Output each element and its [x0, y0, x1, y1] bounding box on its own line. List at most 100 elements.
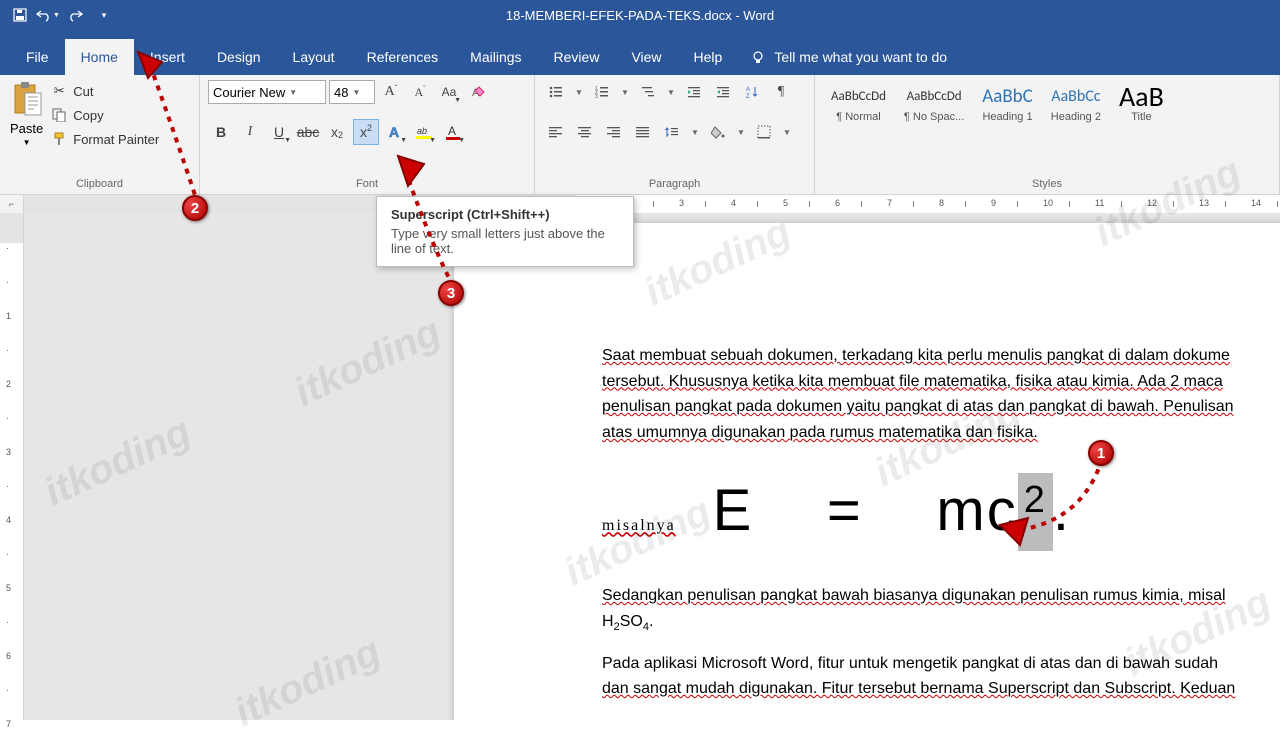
- tab-references[interactable]: References: [351, 39, 455, 75]
- doc-paragraph[interactable]: Pada aplikasi Microsoft Word, fitur untu…: [602, 655, 1218, 672]
- cut-button[interactable]: ✂ Cut: [47, 81, 163, 101]
- redo-icon[interactable]: [64, 3, 88, 27]
- annotation-callout-2: 2: [182, 195, 208, 221]
- line-spacing-dropdown[interactable]: ▼: [688, 119, 702, 145]
- tab-mailings[interactable]: Mailings: [454, 39, 537, 75]
- style-item-3[interactable]: AaBbCcHeading 2: [1043, 79, 1109, 125]
- paste-button[interactable]: Paste ▼: [8, 79, 45, 149]
- borders-button[interactable]: [751, 119, 777, 145]
- copy-icon: [51, 107, 67, 123]
- multilevel-list-button[interactable]: [635, 79, 661, 105]
- increase-indent-button[interactable]: [710, 79, 736, 105]
- numbering-icon: 123: [595, 85, 609, 99]
- svg-text:3: 3: [595, 94, 598, 99]
- shading-dropdown[interactable]: ▼: [734, 119, 748, 145]
- sort-button[interactable]: AZ: [739, 79, 765, 105]
- clear-formatting-button[interactable]: A: [465, 79, 491, 105]
- group-font: Courier New▼ 48▼ Aˆ Aˇ Aa▼ A B I U▼ abc …: [200, 75, 535, 194]
- bold-button[interactable]: B: [208, 119, 234, 145]
- tab-design[interactable]: Design: [201, 39, 277, 75]
- show-marks-button[interactable]: ¶: [768, 79, 794, 105]
- numbering-dropdown[interactable]: ▼: [618, 79, 632, 105]
- doc-paragraph[interactable]: penulisan pangkat pada dokumen yaitu pan…: [602, 398, 1234, 415]
- chevron-down-icon: ▼: [348, 88, 360, 97]
- cut-label: Cut: [73, 84, 93, 99]
- align-center-button[interactable]: [572, 119, 598, 145]
- strikethrough-button[interactable]: abc: [295, 119, 321, 145]
- italic-button[interactable]: I: [237, 119, 263, 145]
- tooltip-body: Type very small letters just above the l…: [391, 226, 619, 256]
- tab-file[interactable]: File: [10, 39, 65, 75]
- copy-button[interactable]: Copy: [47, 105, 163, 125]
- shading-button[interactable]: [705, 119, 731, 145]
- tab-home[interactable]: Home: [65, 39, 134, 75]
- doc-chem[interactable]: H2SO4.: [602, 609, 1280, 637]
- subscript-button[interactable]: x2: [324, 119, 350, 145]
- tab-help[interactable]: Help: [678, 39, 739, 75]
- multilevel-icon: [641, 85, 655, 99]
- ribbon: Paste ▼ ✂ Cut Copy Format Painter Clipboa…: [0, 75, 1280, 195]
- underline-button[interactable]: U▼: [266, 119, 292, 145]
- scissors-icon: ✂: [51, 83, 67, 99]
- style-item-2[interactable]: AaBbCHeading 1: [974, 79, 1041, 125]
- style-item-1[interactable]: AaBbCcDd¶ No Spac...: [896, 79, 972, 125]
- tab-review[interactable]: Review: [538, 39, 616, 75]
- save-icon[interactable]: [8, 3, 32, 27]
- group-clipboard: Paste ▼ ✂ Cut Copy Format Painter Clipboa…: [0, 75, 200, 194]
- undo-icon[interactable]: ▼: [36, 3, 60, 27]
- chevron-down-icon: ▼: [23, 138, 31, 147]
- line-spacing-icon: [665, 125, 679, 139]
- style-item-0[interactable]: AaBbCcDd¶ Normal: [823, 79, 894, 125]
- tab-insert[interactable]: Insert: [134, 39, 201, 75]
- style-item-4[interactable]: AaBTitle: [1111, 79, 1172, 125]
- tab-view[interactable]: View: [615, 39, 677, 75]
- tab-layout[interactable]: Layout: [277, 39, 351, 75]
- superscript-button[interactable]: x2: [353, 119, 379, 145]
- group-styles: AaBbCcDd¶ NormalAaBbCcDd¶ No Spac...AaBb…: [815, 75, 1280, 194]
- align-right-button[interactable]: [601, 119, 627, 145]
- text-effects-button[interactable]: A▼: [382, 119, 408, 145]
- grow-font-button[interactable]: Aˆ: [378, 79, 404, 105]
- ruler-scale: 1234567891011121314: [24, 195, 1280, 213]
- doc-paragraph[interactable]: tersebut. Khususnya ketika kita membuat …: [602, 373, 1223, 390]
- font-color-button[interactable]: A▼: [440, 119, 466, 145]
- highlight-button[interactable]: ab▼: [411, 119, 437, 145]
- paragraph-group-label: Paragraph: [543, 176, 806, 192]
- indent-icon: [716, 85, 730, 99]
- clipboard-group-label: Clipboard: [8, 176, 191, 192]
- tooltip-title: Superscript (Ctrl+Shift++): [391, 207, 619, 222]
- formula-superscript-selected[interactable]: 2: [1018, 473, 1053, 551]
- formula-mc: mc: [936, 478, 1017, 543]
- decrease-indent-button[interactable]: [681, 79, 707, 105]
- justify-button[interactable]: [630, 119, 656, 145]
- doc-paragraph[interactable]: Sedangkan penulisan pangkat bawah biasan…: [602, 587, 1226, 604]
- page-viewport[interactable]: Saat membuat sebuah dokumen, terkadang k…: [24, 213, 1280, 720]
- numbering-button[interactable]: 123: [589, 79, 615, 105]
- font-size-value: 48: [334, 85, 348, 100]
- font-size-combo[interactable]: 48▼: [329, 80, 375, 104]
- bullets-dropdown[interactable]: ▼: [572, 79, 586, 105]
- multilevel-dropdown[interactable]: ▼: [664, 79, 678, 105]
- doc-paragraph[interactable]: Saat membuat sebuah dokumen, terkadang k…: [602, 347, 1230, 364]
- document-page[interactable]: Saat membuat sebuah dokumen, terkadang k…: [454, 223, 1280, 720]
- annotation-callout-1: 1: [1088, 440, 1114, 466]
- change-case-button[interactable]: Aa▼: [436, 79, 462, 105]
- bullets-icon: [549, 85, 563, 99]
- tell-me-search[interactable]: Tell me what you want to do: [738, 39, 959, 75]
- doc-paragraph[interactable]: atas umumnya digunakan pada rumus matema…: [602, 424, 1038, 441]
- shrink-font-button[interactable]: Aˇ: [407, 79, 433, 105]
- font-name-combo[interactable]: Courier New▼: [208, 80, 326, 104]
- formula-e: E: [713, 478, 754, 543]
- svg-text:ab: ab: [417, 126, 427, 136]
- vertical-ruler[interactable]: ··1·2·3·4·5·6·7: [0, 213, 24, 720]
- qat-dropdown-icon[interactable]: ▾: [92, 3, 116, 27]
- line-spacing-button[interactable]: [659, 119, 685, 145]
- ruler-corner: ⌐: [0, 195, 24, 213]
- format-painter-button[interactable]: Format Painter: [47, 129, 163, 149]
- formula-text[interactable]: misalnya E = mc2.: [602, 465, 1280, 563]
- bullets-button[interactable]: [543, 79, 569, 105]
- align-left-button[interactable]: [543, 119, 569, 145]
- format-painter-label: Format Painter: [73, 132, 159, 147]
- doc-paragraph[interactable]: dan sangat mudah digunakan. Fitur terseb…: [602, 680, 1235, 697]
- borders-dropdown[interactable]: ▼: [780, 119, 794, 145]
